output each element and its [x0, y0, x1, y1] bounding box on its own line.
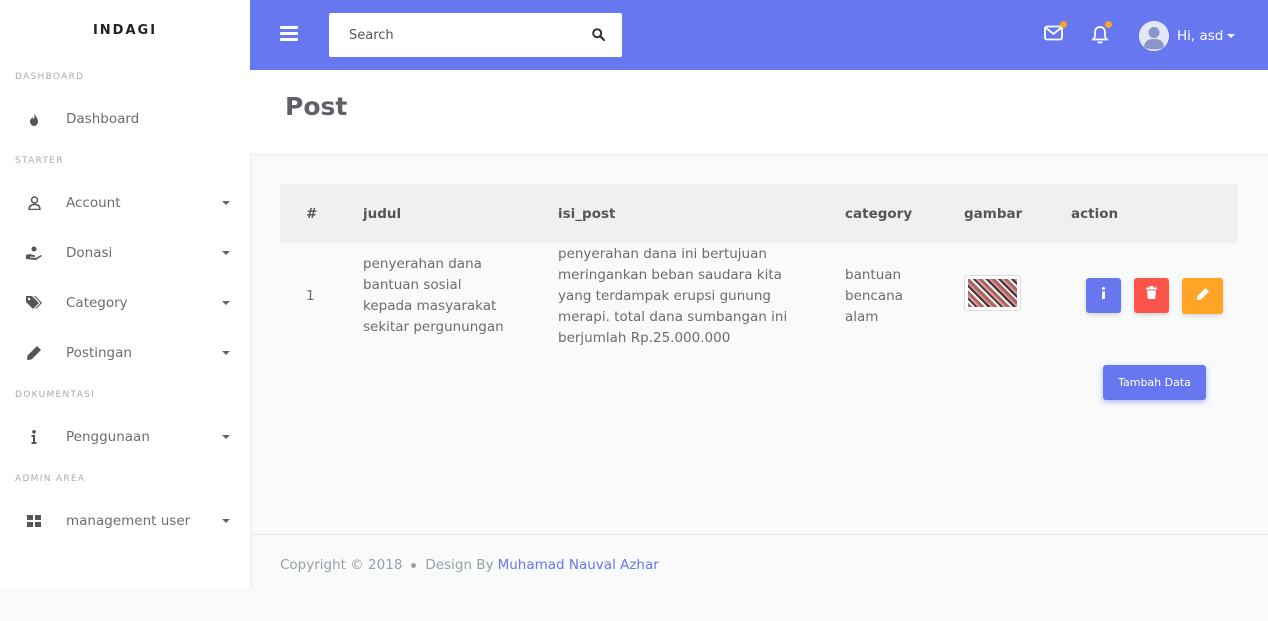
caret-down-icon — [222, 201, 230, 205]
edit-button[interactable] — [1182, 278, 1223, 314]
info-icon — [1101, 285, 1106, 306]
pencil-icon — [1196, 286, 1209, 307]
fire-icon — [26, 112, 42, 126]
sidebar-item-label: Account — [66, 195, 121, 211]
notification-dot — [1105, 21, 1112, 28]
section-title-dokumentasi: DOKUMENTASI — [15, 390, 96, 400]
category-text: bantuan bencana alam — [845, 266, 903, 325]
caret-down-icon — [222, 251, 230, 255]
caret-down-icon — [222, 301, 230, 305]
cell-gambar — [964, 243, 1071, 349]
trash-icon — [1146, 285, 1157, 306]
design-by-text: Design By — [425, 557, 494, 573]
caret-down-icon — [222, 435, 230, 439]
judul-text: penyerahan dana bantuan sosial kepada ma… — [363, 256, 504, 335]
sidebar-item-label: Penggunaan — [66, 429, 150, 445]
topbar: Hi, asd — [250, 0, 1268, 70]
section-title-admin-area: ADMIN AREA — [15, 474, 86, 484]
bell-icon — [1091, 26, 1109, 48]
info-icon — [26, 430, 42, 444]
add-data-button[interactable]: Tambah Data — [1103, 365, 1206, 400]
cell-action — [1071, 243, 1238, 349]
column-header-category: category — [845, 205, 913, 222]
sidebar-item-penggunaan[interactable]: Penggunaan — [0, 412, 250, 462]
sidebar-item-label: Dashboard — [66, 111, 140, 127]
page-title: Post — [285, 92, 348, 121]
caret-down-icon — [1227, 34, 1236, 38]
tags-icon — [26, 296, 42, 310]
sidebar-item-label: Postingan — [66, 345, 132, 361]
footer-text: Copyright © 2018 Design By Muhamad Nauva… — [280, 557, 659, 573]
search-input[interactable] — [329, 13, 574, 57]
sidebar-item-management-user[interactable]: management user — [0, 496, 250, 546]
avatar — [1139, 21, 1169, 51]
hand-holding-icon — [26, 246, 42, 260]
footer: Copyright © 2018 Design By Muhamad Nauva… — [250, 534, 1268, 621]
bullet-separator — [411, 562, 417, 568]
copyright-text: Copyright © 2018 — [280, 557, 403, 573]
author-link[interactable]: Muhamad Nauval Azhar — [498, 557, 659, 573]
delete-button[interactable] — [1134, 278, 1169, 313]
sidebar: INDAGI DASHBOARD Dashboard STARTER Accou… — [0, 0, 250, 589]
post-thumbnail[interactable] — [964, 274, 1021, 311]
cell-judul: penyerahan dana bantuan sosial kepada ma… — [363, 243, 558, 349]
section-title-dashboard: DASHBOARD — [15, 72, 85, 82]
column-header-gambar: gambar — [964, 205, 1023, 222]
section-title-starter: STARTER — [15, 156, 64, 166]
notification-dot — [1060, 21, 1067, 28]
caret-down-icon — [222, 519, 230, 523]
column-header-action: action — [1071, 205, 1119, 222]
message-button[interactable] — [1044, 21, 1067, 45]
column-header-number: # — [306, 205, 318, 222]
sidebar-item-label: Donasi — [66, 245, 113, 261]
cell-number: 1 — [306, 287, 315, 304]
column-header-judul: judul — [363, 205, 402, 222]
user-greeting: Hi, asd — [1177, 28, 1224, 44]
brand-logo[interactable]: INDAGI — [0, 0, 250, 60]
table-row: 1 penyerahan dana bantuan sosial kepada … — [280, 243, 1238, 349]
isi-post-text: penyerahan dana ini bertujuan meringanka… — [558, 245, 788, 346]
detail-button[interactable] — [1086, 278, 1121, 313]
envelope-icon — [1044, 25, 1064, 45]
sidebar-item-label: management user — [66, 513, 191, 529]
sidebar-item-category[interactable]: Category — [0, 278, 250, 328]
cell-category: bantuan bencana alam — [845, 243, 964, 349]
cell-isi-post: penyerahan dana ini bertujuan meringanka… — [558, 243, 845, 349]
sidebar-item-donasi[interactable]: Donasi — [0, 228, 250, 278]
column-header-isi-post: isi_post — [558, 205, 616, 222]
user-menu[interactable]: Hi, asd — [1139, 21, 1236, 51]
grid-icon — [26, 515, 42, 527]
pencil-icon — [26, 346, 42, 360]
post-table: # judul isi_post category gambar action … — [280, 184, 1238, 349]
sidebar-item-account[interactable]: Account — [0, 178, 250, 228]
sidebar-item-label: Category — [66, 295, 128, 311]
notification-button[interactable] — [1091, 21, 1112, 48]
search-box — [329, 13, 622, 57]
search-icon — [591, 26, 605, 45]
page-header: Post — [250, 70, 1268, 153]
user-icon — [26, 196, 42, 210]
menu-toggle-icon[interactable] — [280, 26, 298, 44]
caret-down-icon — [222, 351, 230, 355]
search-button[interactable] — [574, 13, 622, 57]
sidebar-item-dashboard[interactable]: Dashboard — [0, 94, 250, 144]
sidebar-item-postingan[interactable]: Postingan — [0, 328, 250, 378]
table-header-row: # judul isi_post category gambar action — [280, 184, 1238, 243]
